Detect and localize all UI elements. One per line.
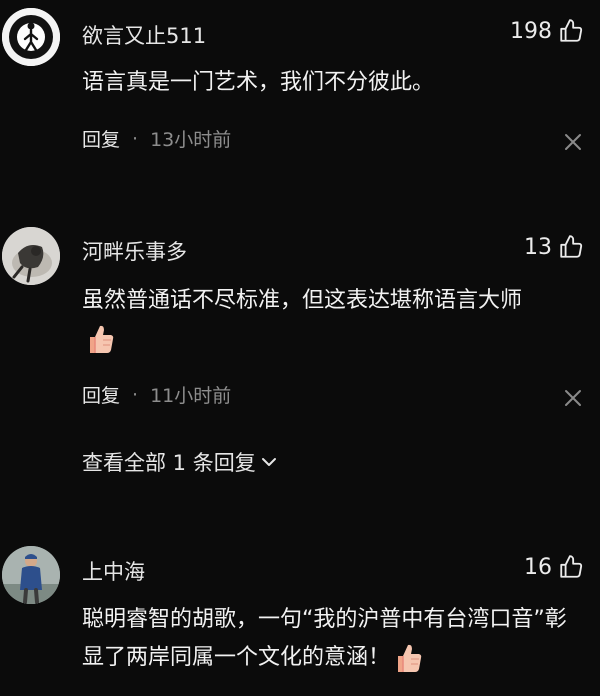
username[interactable]: 上中海 (82, 556, 145, 586)
thumbs-up-emoji-icon (398, 644, 422, 672)
comment-text-content: 聪明睿智的胡歌，一句“我的沪普中有台湾口音”彰显了两岸同属一个文化的意涵！ (82, 607, 567, 670)
like-button[interactable]: 16 (524, 554, 584, 580)
comment-text: 聪明睿智的胡歌，一句“我的沪普中有台湾口音”彰显了两岸同属一个文化的意涵！ (82, 601, 587, 677)
comment-item: 上中海 16 聪明睿智的胡歌，一句“我的沪普中有台湾口音”彰显了两岸同属一个文化… (0, 0, 600, 696)
avatar-image (2, 546, 60, 604)
thumbs-up-icon (560, 555, 583, 578)
avatar[interactable] (2, 546, 60, 604)
like-count: 16 (524, 554, 552, 580)
